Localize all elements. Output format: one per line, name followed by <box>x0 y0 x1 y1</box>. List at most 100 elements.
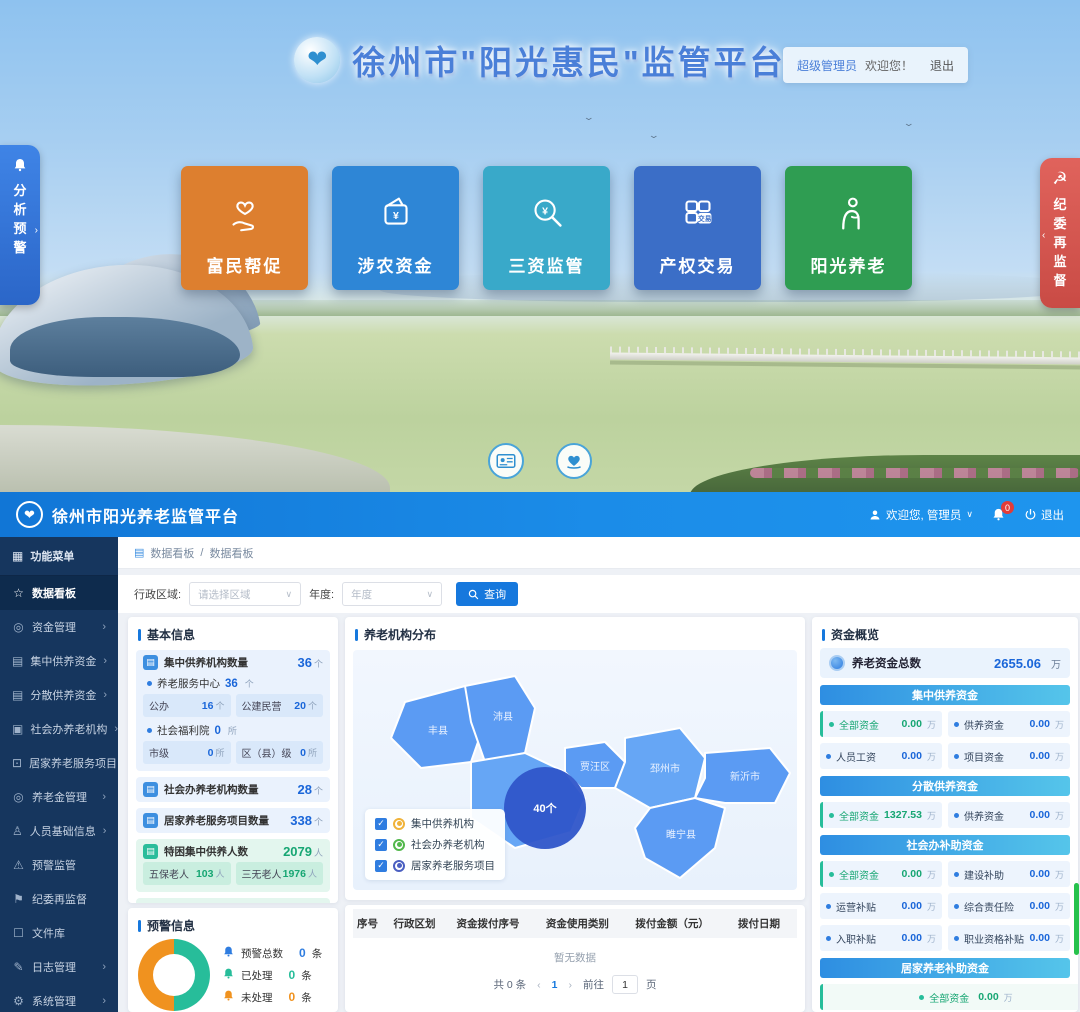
sidebar-item-纪委再监督[interactable]: ⚑纪委再监督 <box>0 882 118 916</box>
breadcrumb-root[interactable]: 数据看板 <box>150 545 194 561</box>
sidebar-menu-header: ▦ 功能菜单 <box>0 537 118 576</box>
warning-stat-unit: 条 <box>312 946 323 961</box>
discipline-supervision-tab[interactable]: ☭ 纪委再监督 ‹ <box>1040 158 1080 308</box>
fund-stat-unit: 万 <box>1055 868 1064 881</box>
building-icon: ▤ <box>143 782 158 797</box>
funds-table: 序号行政区划资金拨付序号资金使用类别拨付金额（元）拨付日期 <box>353 909 797 938</box>
svg-text:新沂市: 新沂市 <box>730 770 760 783</box>
sidebar-item-集中供养资金[interactable]: ▤集中供养资金› <box>0 644 118 678</box>
logout-label: 退出 <box>1041 507 1064 523</box>
bird: ⌄ <box>583 112 595 123</box>
fund-stat-cell: 全部资金1327.53万 <box>820 802 942 828</box>
heart-hands-button[interactable] <box>556 443 592 479</box>
hero-tile-涉农资金[interactable]: ¥涉农资金 <box>332 166 459 290</box>
tile-label: 富民帮促 <box>207 252 283 277</box>
lake-promenade <box>0 425 390 492</box>
coin-icon: ◎ <box>12 620 25 634</box>
sidebar-item-养老金管理[interactable]: ◎养老金管理› <box>0 780 118 814</box>
notification-bell-button[interactable]: 0 <box>991 507 1006 522</box>
chevron-left-icon: ‹ <box>1042 230 1045 241</box>
xuzhou-district-map[interactable]: 丰县 沛县 贾汪区 邳州市 新沂市 睢宁县 40个 ✓集中供养机构✓社会办养老机… <box>353 650 797 890</box>
prev-page-button[interactable]: ‹ <box>534 979 544 991</box>
fund-stat-label: 运营补贴 <box>836 899 876 914</box>
next-page-button[interactable]: › <box>566 979 576 991</box>
search-button[interactable]: 查询 <box>456 582 518 606</box>
sidebar-item-预警监管[interactable]: ⚠预警监管 <box>0 848 118 882</box>
dot-icon <box>954 722 959 727</box>
sidebar-item-label: 养老金管理 <box>32 789 87 805</box>
sidebar-item-数据看板[interactable]: ☆数据看板 <box>0 576 118 610</box>
hero-tile-阳光养老[interactable]: 阳光养老 <box>785 166 912 290</box>
sidebar: ▦ 功能菜单 ☆数据看板◎资金管理›▤集中供养资金›▤分散供养资金›▣社会办养老… <box>0 537 118 1012</box>
building-icon: ▤ <box>143 813 158 828</box>
flower-strip <box>750 468 1080 478</box>
sidebar-item-分散供养资金[interactable]: ▤分散供养资金› <box>0 678 118 712</box>
sidebar-item-日志管理[interactable]: ✎日志管理› <box>0 950 118 984</box>
logout-button[interactable]: 退出 <box>1024 507 1064 523</box>
monitor-icon: ⊡ <box>12 756 22 770</box>
bell-icon <box>222 967 235 983</box>
sidebar-item-系统管理[interactable]: ⚙系统管理› <box>0 984 118 1012</box>
fund-section-header: 分散供养资金 <box>820 776 1070 796</box>
fund-section-grid: 全部资金1327.53万供养资金0.00万 <box>820 802 1070 828</box>
id-card-button[interactable] <box>488 443 524 479</box>
year-select[interactable]: 年度∨ <box>342 582 442 606</box>
basic-info-pair-cell: 市级0所 <box>143 741 231 764</box>
subrow-unit: 所 <box>228 724 237 737</box>
fund-stat-unit: 万 <box>927 932 936 945</box>
sidebar-item-人员基础信息[interactable]: ♙人员基础信息› <box>0 814 118 848</box>
hero-platform-title: 徐州市"阳光惠民"监管平台 <box>352 36 785 84</box>
fund-stat-unit: 万 <box>1055 750 1064 763</box>
chevron-right-icon: › <box>102 995 106 1007</box>
map-legend-item: ✓社会办养老机构 <box>375 837 495 852</box>
warning-stat-label: 预警总数 <box>241 946 283 961</box>
dashboard-title: 徐州市阳光养老监管平台 <box>52 503 239 527</box>
user-icon <box>869 509 881 521</box>
warning-stat-row: 未处理0 条 <box>222 989 322 1005</box>
hero-tile-富民帮促[interactable]: 富民帮促 <box>181 166 308 290</box>
warning-info-title: 预警信息 <box>128 908 338 939</box>
hero-tile-三资监管[interactable]: ¥三资监管 <box>483 166 610 290</box>
page-scrollbar-thumb[interactable] <box>1074 883 1079 955</box>
user-menu[interactable]: 欢迎您, 管理员 ∨ <box>869 507 973 523</box>
basic-info-card-value: 36个 <box>298 655 323 670</box>
sidebar-item-文件库[interactable]: ☐文件库 <box>0 916 118 950</box>
page-input[interactable]: 1 <box>612 975 638 994</box>
basic-info-card-label: 特困集中供养人数 <box>164 844 248 859</box>
main-content: ▤ 数据看板 / 数据看板 行政区域: 请选择区域∨ 年度: 年度∨ 查询 基本… <box>118 537 1080 1012</box>
total-funds-value: 2655.06 <box>994 656 1041 671</box>
funds-overview-panel: 资金概览 养老资金总数 2655.06 万 集中供养资金全部资金0.00万供养资… <box>812 617 1078 1012</box>
checkbox-checked-icon[interactable]: ✓ <box>375 860 387 872</box>
coin-icon: ◎ <box>12 790 25 804</box>
fund-stat-label: 入职补贴 <box>836 931 876 946</box>
region-filter-label: 行政区域: <box>134 586 181 602</box>
analysis-warning-tab[interactable]: 分析预警 › <box>0 145 40 305</box>
marker-circle-icon <box>393 818 405 830</box>
warning-info-panel: 预警信息 预警总数0 条已处理0 条未处理0 条 已处理未处理 <box>128 908 338 1012</box>
sidebar-item-资金管理[interactable]: ◎资金管理› <box>0 610 118 644</box>
current-page-button[interactable]: 1 <box>552 979 558 991</box>
hero-tile-产权交易[interactable]: 交易产权交易 <box>634 166 761 290</box>
checkbox-checked-icon[interactable]: ✓ <box>375 818 387 830</box>
pair-cell-label: 公建民营 <box>242 698 282 713</box>
pagination-total: 共 0 条 <box>493 977 526 992</box>
sidebar-item-社会办养老机构[interactable]: ▣社会办养老机构› <box>0 712 118 746</box>
checkbox-checked-icon[interactable]: ✓ <box>375 839 387 851</box>
chevron-right-icon: › <box>102 961 106 973</box>
document-icon: ▤ <box>134 546 144 559</box>
svg-text:丰县: 丰县 <box>428 724 448 737</box>
basic-info-card: ▤居家养老服务项目数量338个 <box>136 808 330 833</box>
sidebar-item-label: 系统管理 <box>32 993 76 1009</box>
dot-icon <box>954 904 959 909</box>
fund-stat-cell: 全部资金0.00万 <box>820 861 942 887</box>
basic-info-card-head: ▤集中供养机构数量36个 <box>143 655 323 670</box>
hero-logout-button[interactable]: 退出 <box>930 57 954 74</box>
basic-info-pair-row: 公办16个公建民营20个 <box>143 694 323 717</box>
sidebar-item-居家养老服务项目[interactable]: ⊡居家养老服务项目› <box>0 746 118 780</box>
basic-info-card-head: ▤社会办养老机构数量28个 <box>143 782 323 797</box>
svg-text:¥: ¥ <box>542 205 548 217</box>
region-select[interactable]: 请选择区域∨ <box>189 582 301 606</box>
folder-icon: ▤ <box>12 654 23 668</box>
map-legend: ✓集中供养机构✓社会办养老机构✓居家养老服务项目 <box>365 809 505 880</box>
fund-stat-label: 全部资金 <box>839 717 879 732</box>
